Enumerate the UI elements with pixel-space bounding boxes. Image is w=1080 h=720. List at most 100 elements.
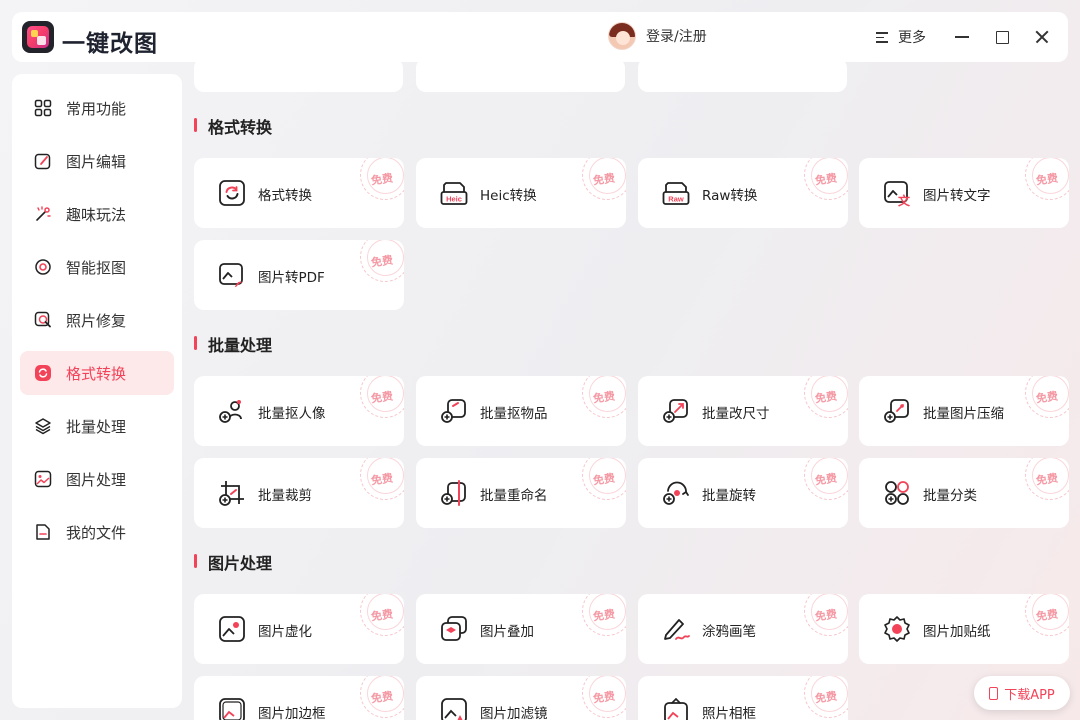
- card-label: 批量抠人像: [258, 406, 326, 422]
- card-label: 批量分类: [923, 488, 977, 504]
- card-image-border[interactable]: 图片加边框 免费: [194, 676, 404, 720]
- card-label: 批量重命名: [480, 488, 548, 504]
- filter-icon: [441, 698, 467, 720]
- partial-card[interactable]: [194, 58, 403, 92]
- card-raw-convert[interactable]: Raw Raw转换 免费: [638, 158, 848, 228]
- sidebar-item-repair[interactable]: 照片修复: [20, 298, 174, 342]
- card-label: 格式转换: [258, 188, 312, 204]
- batch-portrait-icon: [219, 400, 242, 423]
- card-label: 图片加边框: [258, 706, 326, 720]
- card-label: Heic转换: [480, 188, 537, 204]
- edit-icon: [34, 153, 51, 170]
- sidebar-item-label: 照片修复: [66, 312, 127, 330]
- heic-tag: Heic: [446, 195, 462, 204]
- sticker-icon: [884, 616, 910, 642]
- free-badge: 免费: [804, 376, 848, 418]
- card-photo-frame[interactable]: 照片相框 免费: [638, 676, 848, 720]
- free-badge: 免费: [582, 376, 626, 418]
- card-batch-resize[interactable]: 批量改尺寸 免费: [638, 376, 848, 446]
- card-batch-object[interactable]: 批量抠物品 免费: [416, 376, 626, 446]
- sidebar-item-batch[interactable]: 批量处理: [20, 404, 174, 448]
- card-image-to-text[interactable]: 文 图片转文字 免费: [859, 158, 1069, 228]
- sidebar-item-my-files[interactable]: 我的文件: [20, 510, 174, 554]
- app-logo-icon: [22, 21, 54, 53]
- sidebar: 常用功能 图片编辑 趣味玩法 智能抠图 照片修复 格式转换 批量处理 图片处理 …: [12, 74, 182, 708]
- raw-icon: Raw: [662, 182, 690, 205]
- card-batch-classify[interactable]: 批量分类 免费: [859, 458, 1069, 528]
- free-badge: 免费: [1025, 594, 1069, 636]
- section-title-image-process: 图片处理: [194, 550, 272, 574]
- card-label: 图片转文字: [923, 188, 991, 204]
- sidebar-item-label: 图片编辑: [66, 153, 127, 171]
- sidebar-item-label: 批量处理: [66, 418, 127, 436]
- sidebar-item-image-process[interactable]: 图片处理: [20, 457, 174, 501]
- sidebar-item-label: 图片处理: [66, 471, 127, 489]
- card-batch-compress[interactable]: 批量图片压缩 免费: [859, 376, 1069, 446]
- free-badge: 免费: [360, 376, 404, 418]
- image-to-text-icon: 文: [884, 181, 911, 207]
- batch-crop-icon: [219, 481, 244, 506]
- batch-object-icon: [441, 399, 466, 423]
- card-batch-rotate[interactable]: 批量旋转 免费: [638, 458, 848, 528]
- card-label: 涂鸦画笔: [702, 624, 756, 640]
- heic-icon: Heic: [440, 182, 468, 205]
- card-batch-crop[interactable]: 批量裁剪 免费: [194, 458, 404, 528]
- sidebar-item-smart-cutout[interactable]: 智能抠图: [20, 245, 174, 289]
- border-icon: [219, 698, 245, 720]
- convert-icon: [35, 365, 51, 381]
- section-title-batch: 批量处理: [194, 332, 272, 356]
- magic-wand-icon: [36, 206, 51, 221]
- sidebar-item-label: 常用功能: [66, 100, 127, 118]
- free-badge: 免费: [1025, 376, 1069, 418]
- card-label: 批量抠物品: [480, 406, 548, 422]
- card-heic-convert[interactable]: Heic Heic转换 免费: [416, 158, 626, 228]
- layers-icon: [35, 418, 51, 435]
- card-label: 图片转PDF: [258, 270, 325, 286]
- download-app-label: 下载APP: [1004, 687, 1055, 703]
- photo-frame-icon: [664, 698, 688, 720]
- partial-card[interactable]: [416, 58, 625, 92]
- phone-icon: [989, 686, 999, 700]
- free-badge: 免费: [1025, 158, 1069, 200]
- free-badge: 免费: [360, 458, 404, 500]
- raw-tag: Raw: [668, 195, 684, 204]
- free-badge: 免费: [804, 594, 848, 636]
- card-image-blur[interactable]: 图片虚化 免费: [194, 594, 404, 664]
- free-badge: 免费: [360, 240, 404, 282]
- card-image-to-pdf[interactable]: 图片转PDF 免费: [194, 240, 404, 310]
- sidebar-item-common[interactable]: 常用功能: [20, 86, 174, 130]
- free-badge: 免费: [582, 676, 626, 718]
- card-image-filter[interactable]: 图片加滤镜 免费: [416, 676, 626, 720]
- card-label: 批量图片压缩: [923, 406, 1004, 422]
- free-badge: 免费: [582, 158, 626, 200]
- batch-resize-icon: [663, 399, 688, 423]
- sidebar-item-edit[interactable]: 图片编辑: [20, 139, 174, 183]
- batch-rename-icon: [441, 480, 466, 506]
- brush-icon: [664, 619, 690, 640]
- sidebar-item-format-convert[interactable]: 格式转换: [20, 351, 174, 395]
- batch-rotate-icon: [663, 481, 689, 505]
- card-batch-portrait[interactable]: 批量抠人像 免费: [194, 376, 404, 446]
- card-label: 批量裁剪: [258, 488, 312, 504]
- download-app-button[interactable]: 下载APP: [974, 676, 1070, 710]
- sidebar-item-fun[interactable]: 趣味玩法: [20, 192, 174, 236]
- blur-icon: [219, 616, 245, 642]
- card-image-overlay[interactable]: 图片叠加 免费: [416, 594, 626, 664]
- card-label: 图片加贴纸: [923, 624, 991, 640]
- free-badge: 免费: [804, 676, 848, 718]
- card-format-convert[interactable]: 格式转换 免费: [194, 158, 404, 228]
- section-title-format-convert: 格式转换: [194, 114, 272, 138]
- card-label: 批量旋转: [702, 488, 756, 504]
- svg-text:文: 文: [898, 193, 911, 207]
- sidebar-item-label: 格式转换: [66, 365, 127, 383]
- partial-card[interactable]: [638, 58, 847, 92]
- free-badge: 免费: [804, 458, 848, 500]
- card-image-sticker[interactable]: 图片加贴纸 免费: [859, 594, 1069, 664]
- card-graffiti-brush[interactable]: 涂鸦画笔 免费: [638, 594, 848, 664]
- free-badge: 免费: [804, 158, 848, 200]
- sidebar-item-label: 我的文件: [66, 524, 127, 542]
- image-icon: [34, 470, 52, 488]
- sidebar-item-label: 趣味玩法: [66, 206, 127, 224]
- main-content: 格式转换 格式转换 免费 Heic Heic转换 免费 Raw Raw转换 免费: [194, 0, 1080, 720]
- card-batch-rename[interactable]: 批量重命名 免费: [416, 458, 626, 528]
